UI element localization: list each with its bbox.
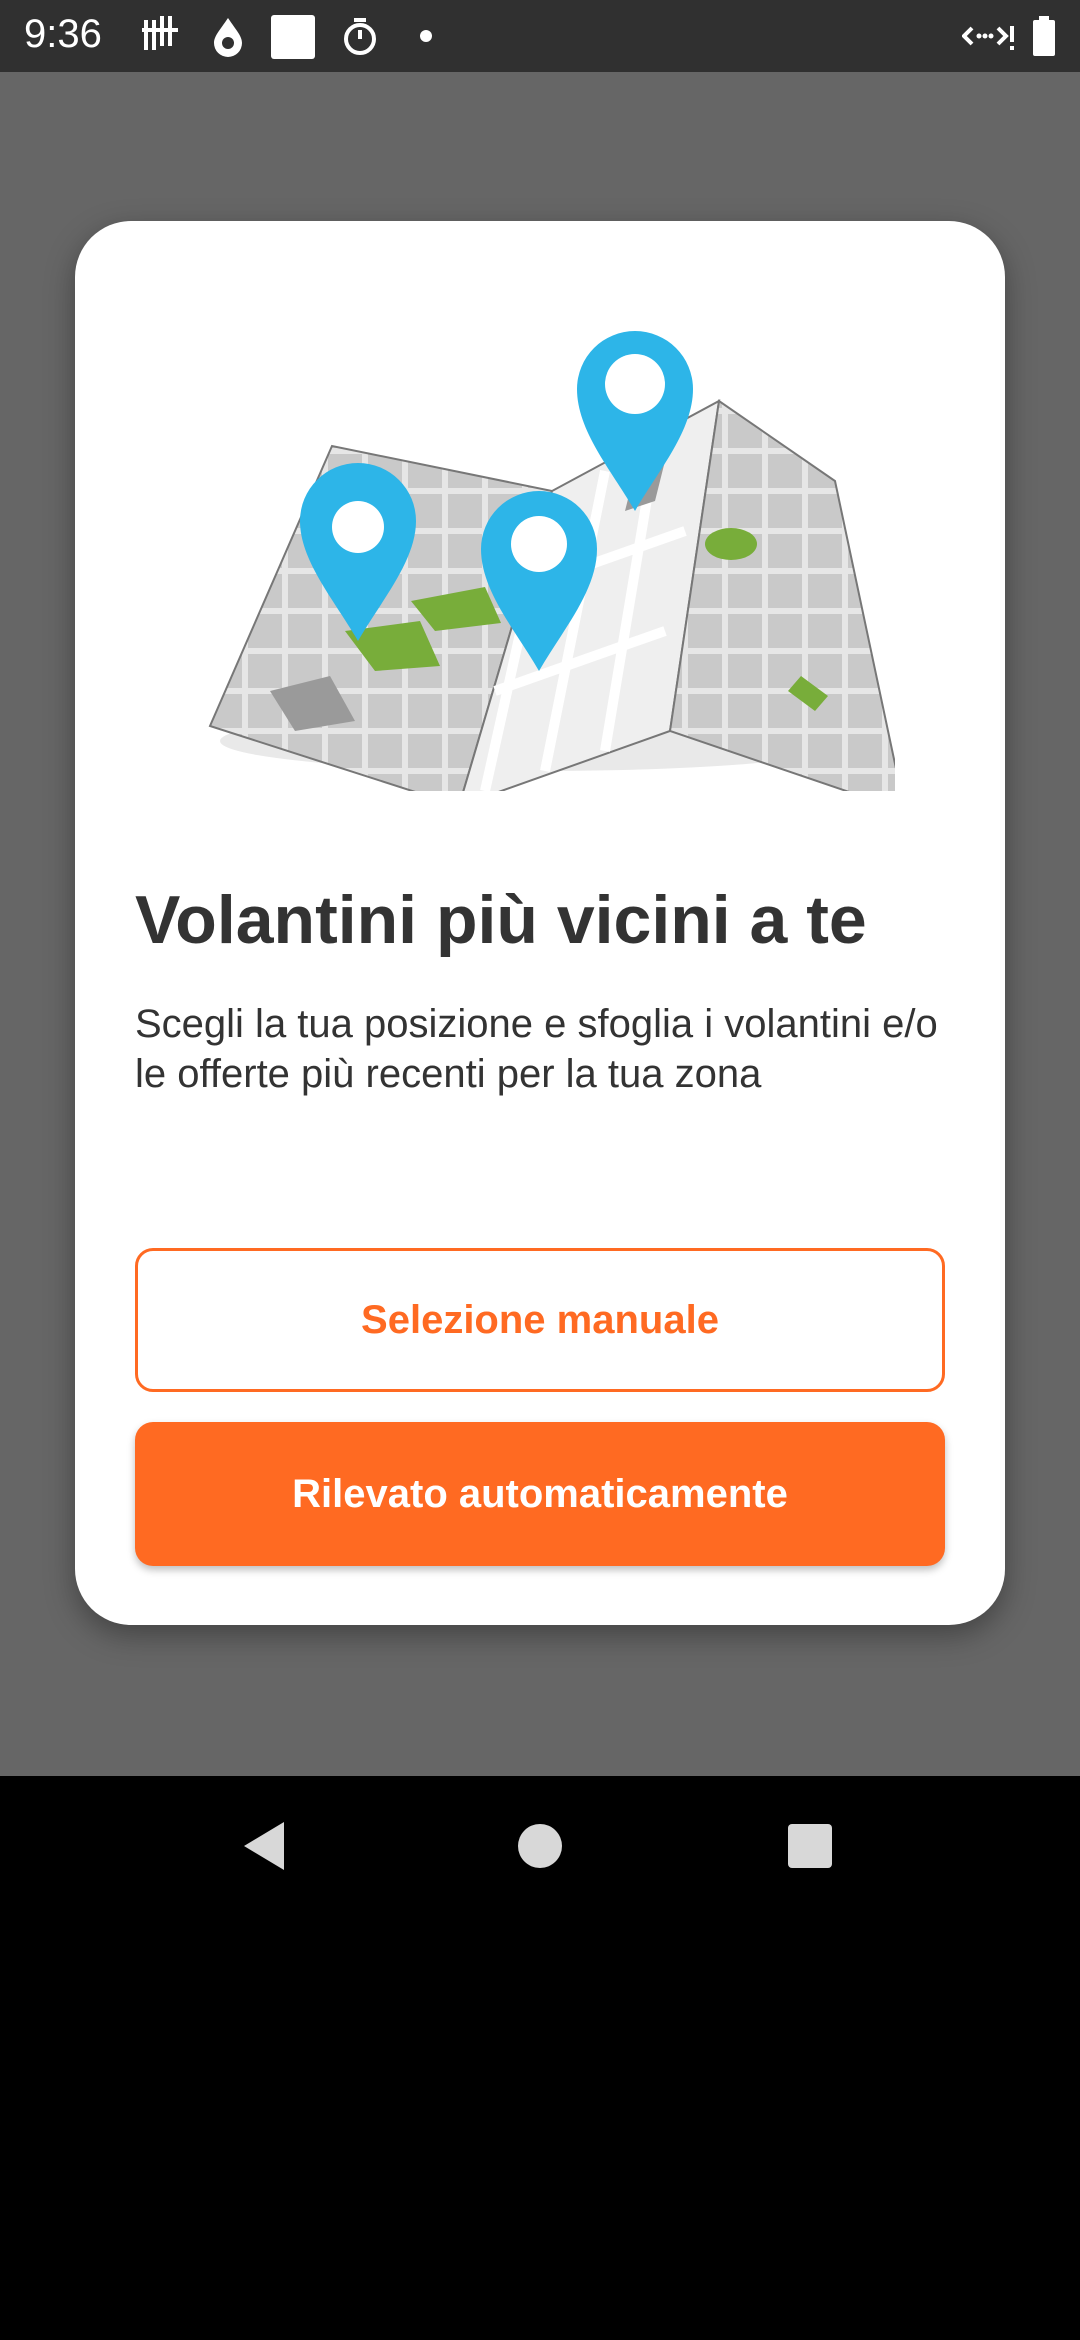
recents-icon[interactable] xyxy=(780,1816,840,1876)
back-icon[interactable] xyxy=(236,1816,296,1876)
dialog-title: Volantini più vicini a te xyxy=(135,882,867,958)
status-time: 9:36 xyxy=(24,12,102,56)
drop-icon xyxy=(214,18,242,57)
square-icon xyxy=(271,15,315,59)
manual-selection-button[interactable]: Selezione manuale xyxy=(135,1248,945,1392)
timer-icon xyxy=(344,18,376,55)
home-icon[interactable] xyxy=(510,1816,570,1876)
status-bar: 9:36 xyxy=(0,0,1080,72)
dot-icon xyxy=(420,30,432,42)
battery-icon xyxy=(1033,16,1055,56)
auto-detect-button[interactable]: Rilevato automaticamente xyxy=(135,1422,945,1566)
navigation-bar xyxy=(0,1776,1080,1916)
data-arrows-icon xyxy=(962,26,1014,50)
signal-bars-icon xyxy=(142,16,178,50)
dialog-description: Scegli la tua posizione e sfoglia i vola… xyxy=(135,1002,938,1096)
location-dialog: Volantini più vicini a te Scegli la tua … xyxy=(75,221,1005,1625)
map-illustration xyxy=(208,331,895,791)
